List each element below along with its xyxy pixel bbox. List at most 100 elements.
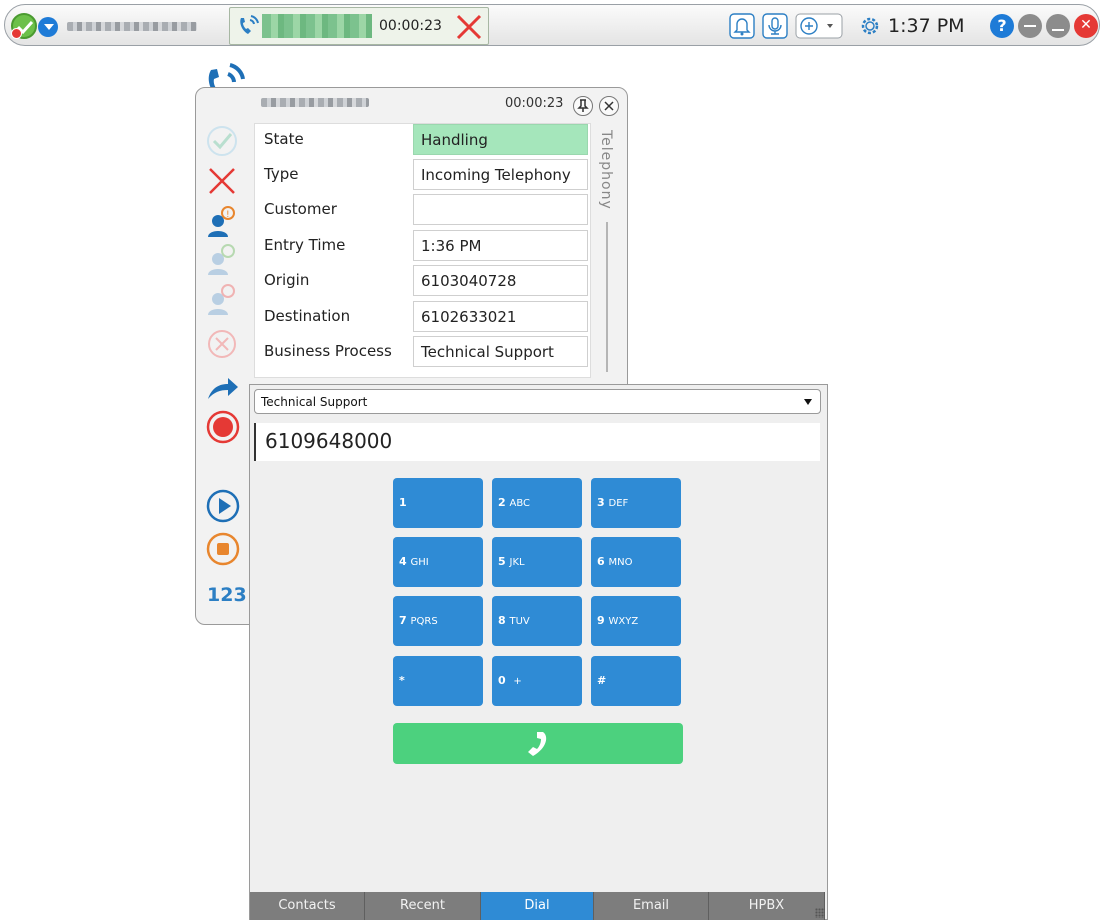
customer-field[interactable] <box>413 194 588 225</box>
field-row-destination: Destination 6102633021 <box>255 301 592 332</box>
tab-email[interactable]: Email <box>594 892 709 920</box>
agent-name-blurred <box>67 22 197 31</box>
selected-process: Technical Support <box>261 395 368 409</box>
add-interaction-icon[interactable] <box>795 13 843 39</box>
key-digit: 2 <box>498 496 506 509</box>
field-label: Entry Time <box>264 236 346 254</box>
key-0[interactable]: 0 + <box>492 656 582 706</box>
interaction-timer: 00:00:23 <box>505 96 564 111</box>
help-button[interactable]: ? <box>990 14 1014 38</box>
key-5[interactable]: 5 JKL <box>492 537 582 587</box>
hangup-x-icon[interactable] <box>455 13 483 41</box>
close-icon <box>604 101 614 111</box>
entry-time-value: 1:36 PM <box>413 230 588 261</box>
tab-recent[interactable]: Recent <box>365 892 481 920</box>
key-letters: DEF <box>608 498 629 509</box>
conference-agent-icon[interactable] <box>206 283 238 317</box>
record-icon[interactable] <box>206 410 240 444</box>
dialer-tabs: Contacts Recent Dial Email HPBX <box>250 892 827 920</box>
pin-icon <box>577 99 589 112</box>
call-timer: 00:00:23 <box>379 18 442 34</box>
forward-arrow-icon[interactable] <box>206 375 240 403</box>
tab-dial[interactable]: Dial <box>481 892 594 920</box>
key-digit: 8 <box>498 614 506 627</box>
minimize-button[interactable] <box>1018 14 1042 38</box>
call-button[interactable] <box>393 723 683 764</box>
field-label: Origin <box>264 271 310 289</box>
dial-number-input[interactable]: 6109648000 <box>254 423 820 461</box>
field-label: State <box>264 130 304 148</box>
interaction-name-blurred <box>261 98 369 107</box>
bell-icon[interactable] <box>729 13 755 39</box>
key-8[interactable]: 8 TUV <box>492 596 582 646</box>
key-7[interactable]: 7 PQRS <box>393 596 483 646</box>
key-9[interactable]: 9 WXYZ <box>591 596 681 646</box>
resize-grip-icon[interactable] <box>815 908 825 918</box>
field-label: Type <box>264 165 299 183</box>
close-panel-button[interactable] <box>599 96 619 116</box>
field-row-type: Type Incoming Telephony <box>255 159 592 190</box>
type-value: Incoming Telephony <box>413 159 588 190</box>
clock: 1:37 PM <box>888 15 965 37</box>
key-letters: ABC <box>509 498 531 509</box>
tab-divider <box>606 222 608 372</box>
transfer-agent-icon[interactable] <box>206 243 238 277</box>
business-process-value: Technical Support <box>413 336 588 367</box>
close-button[interactable]: ✕ <box>1074 14 1098 38</box>
key-letters: + <box>513 676 522 687</box>
do-not-disturb-icon <box>11 28 22 39</box>
key-letters: PQRS <box>410 616 438 627</box>
key-hash[interactable]: # <box>591 656 681 706</box>
reject-x-icon[interactable] <box>206 165 238 197</box>
telephony-side-tab[interactable]: Telephony <box>594 126 620 376</box>
stop-icon[interactable] <box>206 532 240 566</box>
key-digit: 7 <box>399 614 407 627</box>
phone-icon <box>528 732 547 756</box>
key-digit: 9 <box>597 614 605 627</box>
destination-value: 6102633021 <box>413 301 588 332</box>
agent-status-icon[interactable] <box>11 13 37 39</box>
origin-value: 6103040728 <box>413 265 588 296</box>
key-digit: * <box>399 674 405 687</box>
key-3[interactable]: 3 DEF <box>591 478 681 528</box>
play-icon[interactable] <box>206 489 240 523</box>
field-row-business-process: Business Process Technical Support <box>255 336 592 367</box>
key-2[interactable]: 2 ABC <box>492 478 582 528</box>
tab-contacts[interactable]: Contacts <box>250 892 365 920</box>
key-star[interactable]: * <box>393 656 483 706</box>
accept-check-icon[interactable] <box>206 125 238 157</box>
key-digit: 3 <box>597 496 605 509</box>
caller-name-blurred <box>262 14 372 38</box>
pin-button[interactable] <box>573 96 593 116</box>
field-row-customer: Customer <box>255 194 592 225</box>
telephony-tab-label: Telephony <box>598 130 614 210</box>
key-letters: WXYZ <box>608 616 639 627</box>
key-digit: 4 <box>399 555 407 568</box>
collapse-button[interactable] <box>1046 14 1070 38</box>
active-call-chip[interactable]: 00:00:23 <box>229 7 489 45</box>
interaction-details: State Handling Type Incoming Telephony C… <box>254 123 591 378</box>
microphone-icon[interactable] <box>762 13 788 39</box>
business-process-select[interactable]: Technical Support <box>254 389 821 414</box>
state-value: Handling <box>413 124 588 155</box>
gear-icon[interactable] <box>858 13 882 39</box>
field-row-origin: Origin 6103040728 <box>255 265 592 296</box>
key-digit: 6 <box>597 555 605 568</box>
field-label: Business Process <box>264 342 392 360</box>
dial-panel: Technical Support 6109648000 1 2 ABC 3 D… <box>249 384 828 920</box>
key-letters: TUV <box>509 616 530 627</box>
field-row-entry-time: Entry Time 1:36 PM <box>255 230 592 261</box>
tab-hpbx[interactable]: HPBX <box>709 892 825 920</box>
status-dropdown-button[interactable] <box>38 17 58 37</box>
key-4[interactable]: 4 GHI <box>393 537 483 587</box>
key-letters: MNO <box>608 557 633 568</box>
field-label: Customer <box>264 200 337 218</box>
field-label: Destination <box>264 307 351 325</box>
key-letters: GHI <box>410 557 429 568</box>
field-row-state: State Handling <box>255 124 592 155</box>
consult-agent-icon[interactable]: ! <box>206 205 238 239</box>
cancel-circle-icon[interactable] <box>206 328 238 360</box>
key-1[interactable]: 1 <box>393 478 483 528</box>
key-6[interactable]: 6 MNO <box>591 537 681 587</box>
keypad-toggle-button[interactable]: 123 <box>207 584 247 606</box>
